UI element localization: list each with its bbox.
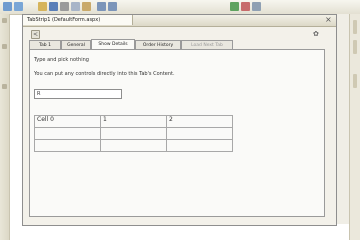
- run-icon[interactable]: [230, 2, 239, 11]
- editor-margin: [335, 14, 349, 224]
- table-cell[interactable]: [100, 139, 167, 152]
- properties-pin[interactable]: [353, 40, 357, 54]
- cut-icon[interactable]: [60, 2, 69, 11]
- table-row: [34, 139, 233, 152]
- design-surface: TabStrip1 (DefaultForm.aspx) × < ✿ Tab 1…: [22, 14, 337, 226]
- forward-icon[interactable]: [14, 2, 23, 11]
- solution-explorer-pin[interactable]: [353, 20, 357, 34]
- smart-tag-icon[interactable]: <: [31, 30, 40, 39]
- table-cell[interactable]: [166, 139, 233, 152]
- class-view-pin[interactable]: [353, 74, 357, 88]
- close-icon[interactable]: ×: [325, 16, 332, 24]
- home-icon[interactable]: [38, 2, 47, 11]
- save-icon[interactable]: [49, 2, 58, 11]
- content-table: Cell 0 1 2: [34, 115, 233, 152]
- table-cell[interactable]: [166, 127, 233, 140]
- table-cell[interactable]: 2: [166, 115, 233, 128]
- table-cell[interactable]: 1: [100, 115, 167, 128]
- find-icon[interactable]: [252, 2, 261, 11]
- document-tab[interactable]: TabStrip1 (DefaultForm.aspx): [23, 15, 133, 25]
- content-description: You can put any controls directly into t…: [34, 71, 175, 77]
- copy-icon[interactable]: [71, 2, 80, 11]
- table-row: Cell 0 1 2: [34, 115, 233, 128]
- content-heading: Type and pick nothing: [34, 57, 89, 63]
- main-toolbar: [0, 0, 360, 15]
- server-explorer-icon[interactable]: [2, 44, 7, 49]
- table-cell[interactable]: [100, 127, 167, 140]
- table-cell[interactable]: Cell 0: [34, 115, 101, 128]
- table-cell[interactable]: [34, 127, 101, 140]
- back-icon[interactable]: [3, 2, 12, 11]
- gear-icon[interactable]: ✿: [313, 30, 319, 38]
- paste-icon[interactable]: [82, 2, 91, 11]
- redo-icon[interactable]: [108, 2, 117, 11]
- document-tab-bar: TabStrip1 (DefaultForm.aspx) ×: [23, 15, 336, 27]
- left-toolbox-strip[interactable]: [0, 14, 10, 240]
- table-row: [34, 127, 233, 140]
- right-panel-strip[interactable]: [349, 14, 360, 240]
- debug-icon[interactable]: [241, 2, 250, 11]
- toolbox-icon[interactable]: [2, 18, 7, 23]
- data-sources-icon[interactable]: [2, 84, 7, 89]
- undo-icon[interactable]: [97, 2, 106, 11]
- table-cell[interactable]: [34, 139, 101, 152]
- tab-content-panel: Type and pick nothing You can put any co…: [29, 49, 325, 217]
- text-input[interactable]: R: [34, 89, 122, 99]
